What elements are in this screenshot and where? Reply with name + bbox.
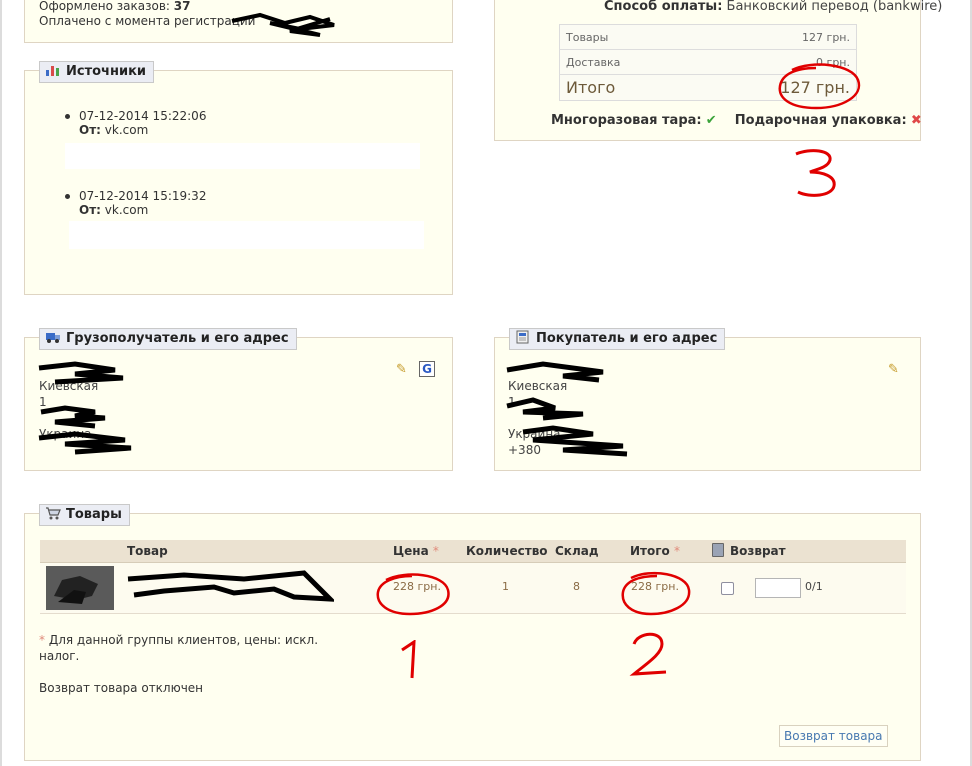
redaction-scribble: [231, 12, 335, 37]
product-thumbnail[interactable]: [46, 566, 114, 610]
source-date: 07-12-2014 15:22:06: [79, 109, 207, 123]
redaction-scribble: [127, 570, 334, 602]
edit-icon[interactable]: ✎: [888, 362, 902, 377]
col-total-label: Итого: [630, 544, 670, 558]
source-from-value: vk.com: [104, 123, 149, 137]
gift-label: Подарочная упаковка:: [734, 113, 907, 128]
paid-label: Оплачено с момента регистрации: [39, 14, 256, 28]
truck-icon: [45, 330, 61, 344]
payment-method-label: Способ оплаты:: [604, 0, 723, 14]
products-table-header: Товар Цена * Количество Склад Итого * Во…: [40, 540, 906, 563]
recycled-label: Многоразовая тара:: [551, 113, 702, 128]
source-date: 07-12-2014 15:19:32: [79, 189, 207, 203]
packaging-line: Многоразовая тара: ✔ Подарочная упаковка…: [551, 113, 922, 128]
price-note: * Для данной группы клиентов, цены: искл…: [39, 632, 318, 664]
source-item: 07-12-2014 15:19:32 От: vk.com: [65, 189, 207, 217]
col-price-star: *: [432, 544, 439, 558]
left-edge: [0, 0, 2, 766]
returns-disabled-note: Возврат товара отключен: [39, 681, 204, 695]
row-quantity: 1: [502, 580, 509, 593]
shipping-title: Грузополучатель и его адрес: [66, 331, 289, 346]
shipping-address-panel: Грузополучатель и его адрес Киевская 1 У…: [24, 328, 453, 471]
annotation-circle-total: [778, 63, 861, 110]
invoice-address-panel: Покупатель и его адрес Киевская 1 Украин…: [494, 328, 921, 471]
note-line1: Для данной группы клиентов, цены: искл.: [48, 633, 319, 647]
return-checkbox[interactable]: [721, 582, 734, 595]
invoice-icon: [515, 330, 531, 344]
return-quantity-input[interactable]: [755, 578, 801, 598]
summary-row-products: Товары 127 грн.: [559, 24, 857, 50]
edit-icon[interactable]: ✎: [396, 362, 410, 377]
source-from-label: От:: [79, 123, 101, 137]
summary-label: Товары: [559, 24, 693, 50]
col-total-star: *: [673, 544, 680, 558]
shipping-legend: Грузополучатель и его адрес: [39, 328, 297, 350]
col-price-label: Цена: [393, 544, 429, 558]
payment-method-value: Банковский перевод (bankwire): [726, 0, 943, 14]
row-stock: 8: [573, 580, 580, 593]
redaction-scribble: [38, 361, 132, 455]
annotation-number-1: [401, 640, 416, 679]
source-item: 07-12-2014 15:22:06 От: vk.com: [65, 109, 207, 137]
sources-legend: Источники: [39, 61, 154, 83]
summary-value: 127 грн.: [692, 24, 857, 50]
annotation-number-2: [629, 632, 667, 676]
cart-icon: [45, 506, 61, 520]
sources-panel: Источники 07-12-2014 15:22:06 От: vk.com…: [24, 61, 453, 295]
redaction-scribble: [506, 361, 628, 457]
google-maps-icon[interactable]: G: [419, 361, 435, 377]
bar-chart-icon: [45, 63, 61, 77]
redaction-block: [69, 221, 424, 249]
invoice-title: Покупатель и его адрес: [536, 331, 718, 346]
check-icon: ✔: [705, 113, 717, 128]
col-total: Итого *: [630, 540, 680, 562]
cross-icon: ✖: [910, 113, 922, 128]
annotation-circle-price: [376, 573, 450, 616]
payment-method-line: Способ оплаты: Банковский перевод (bankw…: [604, 0, 942, 14]
customer-panel: Оформлено заказов: 37 Оплачено с момента…: [24, 0, 453, 43]
orders-label: Оформлено заказов:: [39, 0, 170, 13]
source-from-value: vk.com: [104, 203, 149, 217]
summary-label: Итого: [566, 78, 616, 97]
col-quantity: Количество: [466, 544, 548, 558]
return-products-button[interactable]: Возврат товара: [779, 725, 888, 747]
products-title: Товары: [66, 507, 122, 522]
trash-icon: [712, 543, 724, 557]
note-star: *: [39, 633, 45, 647]
col-return: Возврат: [712, 540, 786, 562]
source-from-label: От:: [79, 203, 101, 217]
return-count: 0/1: [805, 580, 823, 593]
summary-label: Доставка: [559, 49, 693, 75]
col-stock: Склад: [555, 544, 599, 558]
invoice-legend: Покупатель и его адрес: [509, 328, 726, 350]
col-product: Товар: [127, 544, 168, 558]
col-price: Цена *: [393, 540, 439, 562]
note-line2: налог.: [39, 649, 80, 663]
sources-title: Источники: [66, 64, 146, 79]
orders-count-line: Оформлено заказов: 37: [39, 0, 190, 13]
col-return-label: Возврат: [730, 544, 786, 558]
annotation-circle-row-total: [621, 571, 691, 616]
annotation-number-3: [795, 149, 836, 197]
redaction-block: [65, 143, 420, 169]
orders-count: 37: [173, 0, 191, 13]
table-row: 228 грн. 1 8 228 грн. 0/1: [40, 563, 906, 614]
products-legend: Товары: [39, 504, 130, 526]
paid-line: Оплачено с момента регистрации: [39, 14, 255, 28]
